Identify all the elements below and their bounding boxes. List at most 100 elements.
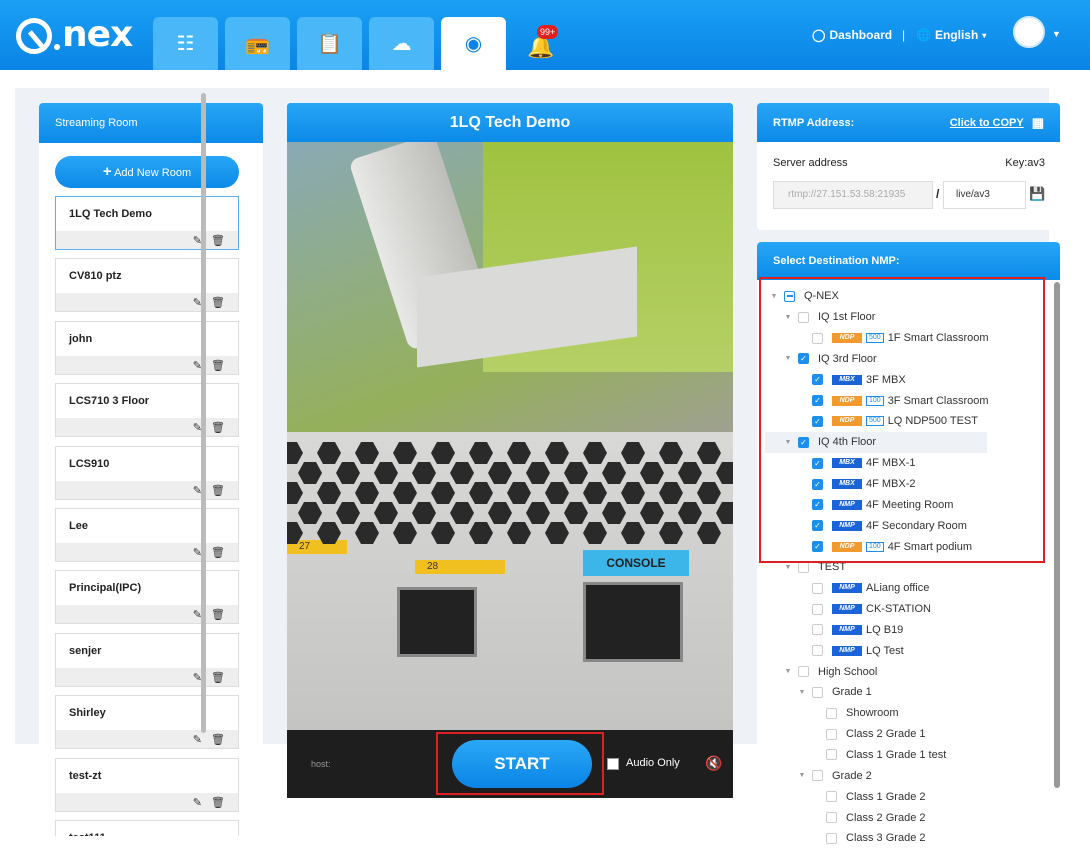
room-name: 1LQ Tech Demo	[69, 208, 152, 220]
qr-code-icon[interactable]: ▦	[1032, 115, 1044, 131]
avatar-chevron-down-icon[interactable]: ▼	[1052, 29, 1061, 39]
tab-server[interactable]: ☷	[153, 17, 218, 70]
streaming-camera-icon: ◉	[464, 33, 483, 55]
tree-checkbox[interactable]	[812, 770, 823, 782]
room-name: senjer	[69, 644, 102, 657]
tree-node-label: Showroom	[846, 707, 899, 720]
room-list-scrollbar[interactable]	[201, 93, 206, 733]
host-label: host:	[311, 759, 331, 769]
tab-streaming[interactable]: ◉	[441, 17, 506, 70]
trash-icon[interactable]: 🗑	[211, 546, 225, 559]
tree-checkbox[interactable]	[812, 603, 823, 615]
tree-node[interactable]: NMP LQ Test	[757, 640, 1047, 661]
tree-node-label: TEST	[818, 561, 847, 574]
room-name: LCS710 3 Floor	[69, 395, 150, 408]
edit-icon[interactable]: ✎	[193, 796, 202, 809]
tree-node[interactable]: Class 2 Grade 2	[757, 807, 1047, 828]
room-item[interactable]: CV810 ptz ✎ 🗑	[55, 258, 239, 313]
trash-icon[interactable]: 🗑	[211, 733, 225, 746]
sfp-port-28	[397, 587, 477, 657]
room-item[interactable]: 1LQ Tech Demo ✎ 🗑	[55, 196, 239, 250]
tree-checkbox[interactable]	[826, 832, 837, 844]
trash-icon[interactable]: 🗑	[211, 359, 225, 372]
tree-checkbox[interactable]	[826, 707, 837, 719]
address-slash: /	[936, 187, 940, 201]
tree-checkbox[interactable]	[812, 582, 823, 594]
room-item[interactable]: test111✎🗑	[55, 819, 239, 836]
tree-node[interactable]: ▼ Grade 1	[757, 682, 1047, 703]
tree-checkbox[interactable]	[826, 812, 837, 824]
save-icon[interactable]: 💾	[1029, 186, 1045, 202]
logo-dot	[54, 44, 60, 50]
mute-speaker-icon[interactable]: 🔇	[705, 755, 722, 772]
room-item[interactable]: john ✎ 🗑	[55, 320, 239, 375]
tree-node[interactable]: Class 2 Grade 1	[757, 724, 1047, 745]
add-room-label: Add New Room	[114, 167, 192, 179]
q-logo-mark	[16, 18, 52, 54]
tab-radio[interactable]: 📻	[225, 17, 290, 70]
click-to-copy-link[interactable]: Click to COPY	[950, 117, 1024, 129]
tree-caret-icon[interactable]: ▼	[797, 689, 807, 696]
qnex-logo[interactable]: nex	[14, 14, 138, 58]
tree-checkbox[interactable]	[826, 728, 837, 740]
tree-node[interactable]: ▼ Grade 2	[757, 765, 1047, 786]
tree-caret-icon[interactable]: ▼	[783, 564, 793, 571]
tree-node-label: High School	[818, 665, 878, 678]
room-item[interactable]: Principal(IPC) ✎ 🗑	[55, 570, 239, 625]
trash-icon[interactable]: 🗑	[211, 421, 225, 434]
room-item[interactable]: senjer ✎ 🗑	[55, 632, 239, 687]
user-avatar[interactable]	[1013, 16, 1045, 48]
notification-badge: 99+	[537, 25, 559, 39]
tree-caret-icon[interactable]: ▼	[783, 668, 793, 675]
room-list: 1LQ Tech Demo ✎ 🗑 CV810 ptz ✎ 🗑 john ✎ 🗑 LCS710 3…	[55, 196, 239, 836]
tree-node[interactable]: Class 1 Grade 1 test	[757, 745, 1047, 766]
room-name: Principal(IPC)	[69, 582, 142, 595]
rtmp-title: RTMP Address:	[773, 116, 855, 129]
audio-only-checkbox[interactable]	[607, 758, 619, 770]
tab-cloud-storage[interactable]: ☁	[369, 17, 434, 70]
server-address-input[interactable]: rtmp://27.151.53.58:21935	[773, 181, 933, 209]
tree-node[interactable]: NMP CK-STATION	[757, 599, 1047, 620]
destination-title: Select Destination NMP:	[757, 242, 1060, 280]
room-item[interactable]: LCS910 ✎ 🗑	[55, 445, 239, 500]
trash-icon[interactable]: 🗑	[211, 296, 225, 309]
room-item[interactable]: Lee ✎ 🗑	[55, 507, 239, 562]
nmp-device-icon: NMP	[832, 604, 862, 615]
tree-node[interactable]: Showroom	[757, 703, 1047, 724]
trash-icon[interactable]: 🗑	[211, 796, 225, 809]
trash-icon[interactable]: 🗑	[211, 671, 225, 684]
tree-node[interactable]: NMP LQ B19	[757, 620, 1047, 641]
tree-checkbox[interactable]	[812, 624, 823, 636]
top-header: nex ☷ 📻 📋 ☁ ◉ 🔔 99+ ◯ Dashboard | 🌐 Engl…	[0, 0, 1090, 70]
language-label: English	[934, 28, 979, 42]
tree-node-label: ALiang office	[866, 582, 930, 595]
room-name: test-zt	[69, 769, 102, 782]
add-new-room-button[interactable]: + Add New Room	[55, 156, 239, 188]
tree-checkbox[interactable]	[812, 645, 823, 657]
room-item[interactable]: test-zt ✎ 🗑	[55, 757, 239, 812]
tree-checkbox[interactable]	[798, 561, 809, 573]
tree-caret-icon[interactable]: ▼	[797, 772, 807, 779]
room-item[interactable]: LCS710 3 Floor ✎ 🗑	[55, 383, 239, 438]
tree-checkbox[interactable]	[812, 686, 823, 698]
radio-icon: 📻	[245, 33, 270, 55]
tree-checkbox[interactable]	[826, 749, 837, 761]
room-item[interactable]: Shirley ✎ 🗑	[55, 695, 239, 750]
trash-icon[interactable]: 🗑	[211, 484, 225, 497]
tree-checkbox[interactable]	[798, 666, 809, 678]
stream-key-input[interactable]: live/av3	[943, 181, 1026, 209]
tree-node[interactable]: ▼ High School	[757, 661, 1047, 682]
tree-checkbox[interactable]	[826, 791, 837, 803]
language-selector[interactable]: 🌐 English ▾	[916, 28, 986, 42]
dashboard-link[interactable]: ◯ Dashboard	[812, 28, 892, 42]
edit-icon[interactable]: ✎	[193, 733, 202, 746]
tree-node[interactable]: NMP ALiang office	[757, 578, 1047, 599]
trash-icon[interactable]: 🗑	[211, 608, 225, 621]
destination-highlight-box	[759, 277, 1045, 563]
tree-node[interactable]: Class 3 Grade 2	[757, 828, 1047, 849]
tree-node[interactable]: Class 1 Grade 2	[757, 786, 1047, 807]
trash-icon[interactable]: 🗑	[211, 234, 225, 247]
tree-node-label: Class 2 Grade 2	[846, 811, 926, 824]
tab-clipboard[interactable]: 📋	[297, 17, 362, 70]
destination-scrollbar[interactable]	[1054, 282, 1060, 788]
